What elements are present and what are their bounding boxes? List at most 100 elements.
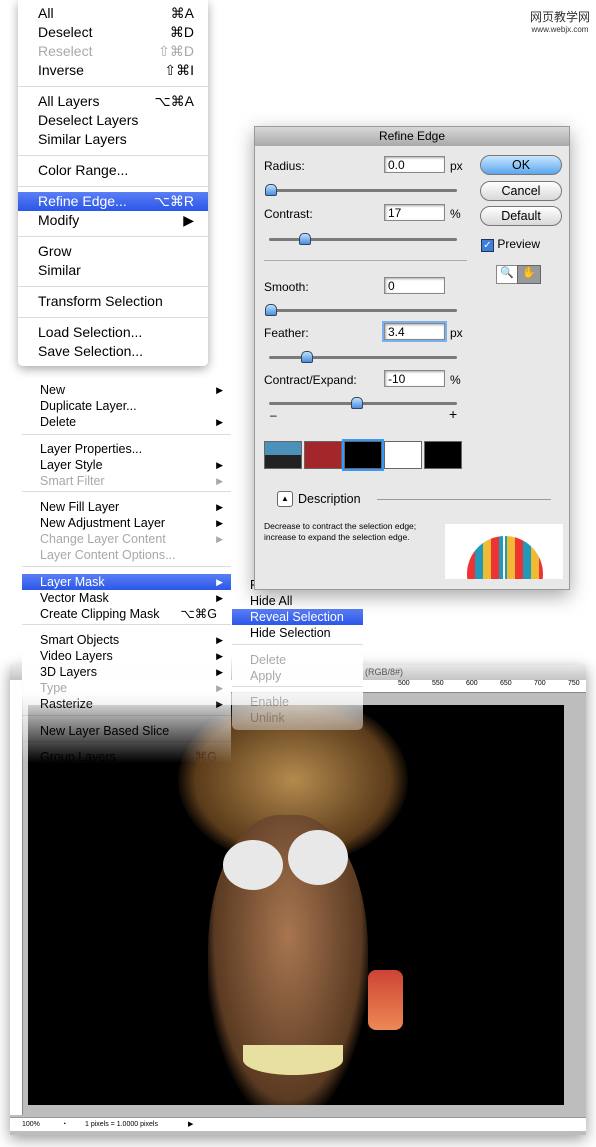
select-menu-item[interactable]: Modify ▶ — [18, 211, 208, 230]
layer-menu-item[interactable]: Layer Content Options... — [22, 547, 231, 563]
preview-checkbox[interactable]: ✓ Preview — [481, 237, 540, 252]
feather-slider[interactable] — [269, 351, 457, 363]
layer-mask-submenu-item[interactable]: Reveal Selection — [232, 609, 363, 625]
select-menu-item[interactable]: Color Range... — [18, 161, 208, 180]
submenu-arrow-icon: ▶ — [216, 518, 223, 528]
status-info-icon[interactable]: ◔ — [62, 1118, 66, 1131]
select-menu-item[interactable]: Reselect ⇧⌘D — [18, 42, 208, 61]
submenu-arrow-icon: ▶ — [216, 667, 223, 677]
ruler-tick-label: 750 — [568, 680, 580, 687]
radius-slider[interactable] — [265, 184, 457, 196]
submenu-arrow-icon: ▶ — [216, 417, 223, 427]
menu-separator — [22, 491, 231, 492]
layer-menu-item[interactable]: New Layer Based Slice — [22, 723, 231, 739]
layer-mask-submenu: Reveal AllHide AllReveal SelectionHide S… — [232, 576, 363, 730]
submenu-arrow-icon: ▶ — [216, 502, 223, 512]
layer-menu-item[interactable]: Layer Mask ▶ — [22, 574, 231, 590]
preview-mode-mask[interactable] — [424, 441, 462, 469]
layer-menu-item[interactable]: Smart Objects ▶ — [22, 632, 231, 648]
layer-mask-submenu-item[interactable]: Delete — [232, 652, 363, 668]
submenu-arrow-icon: ▶ — [216, 635, 223, 645]
menu-separator — [18, 286, 208, 287]
zoom-tool-icon[interactable]: 🔍 — [496, 265, 518, 284]
select-menu-item[interactable]: Refine Edge... ⌥⌘R — [18, 192, 208, 211]
layer-menu-item[interactable]: Create Clipping Mask ⌥⌘G — [22, 606, 231, 622]
ruler-tick-label: 550 — [432, 680, 444, 687]
layer-menu-item[interactable]: Smart Filter ▶ — [22, 473, 231, 489]
layer-menu-item[interactable]: Group Layers ⌘G — [22, 749, 231, 765]
submenu-arrow-icon: ▶ — [216, 385, 223, 395]
select-menu-item[interactable]: All Layers ⌥⌘A — [18, 92, 208, 111]
select-menu-item[interactable]: Similar — [18, 261, 208, 280]
menu-separator — [18, 86, 208, 87]
cancel-button[interactable]: Cancel — [480, 181, 562, 201]
zoom-level[interactable]: 100% — [22, 1118, 40, 1131]
preview-mode-black[interactable] — [342, 439, 384, 471]
layer-mask-submenu-item[interactable]: Enable — [232, 694, 363, 710]
canvas-photo — [28, 705, 564, 1105]
smooth-slider[interactable] — [265, 304, 457, 316]
ruler-tick-label: 500 — [398, 680, 410, 687]
layer-menu-item[interactable]: Video Layers ▶ — [22, 648, 231, 664]
layer-menu-item[interactable]: Layer Style ▶ — [22, 457, 231, 473]
checkbox-checked-icon[interactable]: ✓ — [481, 239, 494, 252]
default-button[interactable]: Default — [480, 206, 562, 226]
refine-edge-dialog: Refine Edge Radius: 0.0 px Contrast: 17 … — [254, 126, 570, 590]
contrast-input[interactable]: 17 — [384, 204, 445, 221]
hand-tool-icon[interactable]: ✋ — [517, 265, 541, 284]
layer-menu-item[interactable]: Type ▶ — [22, 680, 231, 696]
select-menu-item[interactable]: Transform Selection — [18, 292, 208, 311]
ruler-tick-label: 600 — [466, 680, 478, 687]
balloon-illustration — [445, 524, 563, 579]
layer-menu-item[interactable]: New ▶ — [22, 382, 231, 398]
submenu-arrow-icon: ▶ — [216, 699, 223, 709]
select-menu-item[interactable]: All ⌘A — [18, 4, 208, 23]
layer-menu-item[interactable]: Layer Properties... — [22, 441, 231, 457]
ok-button[interactable]: OK — [480, 155, 562, 175]
preview-mode-quick-mask[interactable] — [304, 441, 342, 469]
preview-mode-standard[interactable] — [264, 441, 302, 469]
layer-mask-submenu-item[interactable]: Hide All — [232, 593, 363, 609]
layer-menu-item[interactable]: 3D Layers ▶ — [22, 664, 231, 680]
layer-menu-item[interactable]: Vector Mask ▶ — [22, 590, 231, 606]
contract-expand-slider[interactable] — [269, 397, 457, 409]
layer-menu-item[interactable]: Delete ▶ — [22, 414, 231, 430]
layer-menu-item[interactable]: New Fill Layer ▶ — [22, 499, 231, 515]
select-menu-item[interactable]: Deselect Layers — [18, 111, 208, 130]
status-menu-arrow[interactable]: ▶ — [188, 1118, 193, 1131]
menu-separator — [232, 644, 363, 645]
layer-mask-submenu-item[interactable]: Hide Selection — [232, 625, 363, 641]
layer-mask-submenu-item[interactable]: Apply — [232, 668, 363, 684]
layer-menu-item[interactable]: Rasterize ▶ — [22, 696, 231, 712]
select-menu-item[interactable]: Similar Layers — [18, 130, 208, 149]
dialog-title: Refine Edge — [255, 127, 569, 146]
menu-separator — [18, 186, 208, 187]
menu-separator — [18, 236, 208, 237]
contract-expand-input[interactable]: -10 — [384, 370, 445, 387]
select-menu: All ⌘A Deselect ⌘D Reselect ⇧⌘D Inverse ⇧⌘I All … — [18, 0, 208, 366]
layer-menu-item[interactable]: New Adjustment Layer ▶ — [22, 515, 231, 531]
select-menu-item[interactable]: Deselect ⌘D — [18, 23, 208, 42]
status-bar: 100% ◔ 1 pixels = 1.0000 pixels ▶ — [10, 1117, 586, 1131]
submenu-arrow-icon: ▶ — [216, 476, 223, 486]
smooth-input[interactable]: 0 — [384, 277, 445, 294]
menu-separator — [22, 715, 231, 716]
description-toggle-button[interactable]: ▲ — [277, 491, 293, 507]
menu-separator — [18, 155, 208, 156]
submenu-arrow-icon: ▶ — [216, 534, 223, 544]
preview-mode-white[interactable] — [384, 441, 422, 469]
select-menu-item[interactable]: Save Selection... — [18, 342, 208, 361]
select-menu-item[interactable]: Grow — [18, 242, 208, 261]
select-menu-item[interactable]: Inverse ⇧⌘I — [18, 61, 208, 80]
select-menu-item[interactable]: Load Selection... — [18, 323, 208, 342]
submenu-arrow-icon: ▶ — [216, 460, 223, 470]
contrast-slider[interactable] — [269, 233, 457, 245]
layer-mask-submenu-item[interactable]: Unlink — [232, 710, 363, 726]
radius-input[interactable]: 0.0 — [384, 156, 445, 173]
description-text: Decrease to contract the selection edge;… — [264, 521, 417, 542]
submenu-arrow-icon: ▶ — [216, 683, 223, 693]
layer-menu-item[interactable]: Change Layer Content ▶ — [22, 531, 231, 547]
feather-input[interactable]: 3.4 — [382, 321, 447, 342]
layer-menu-item[interactable]: Duplicate Layer... — [22, 398, 231, 414]
layer-menu: New ▶ Duplicate Layer... Delete ▶ Layer Prope… — [22, 378, 231, 765]
